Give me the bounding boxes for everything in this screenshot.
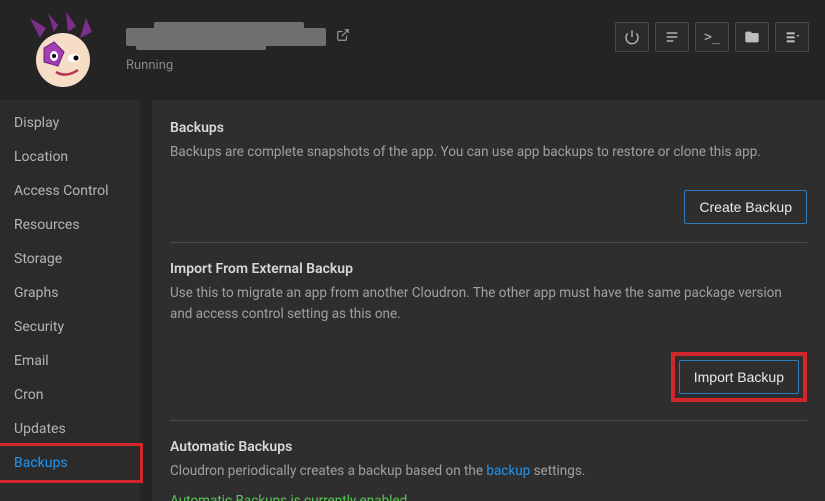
sidebar-item-backups[interactable]: Backups — [0, 443, 143, 483]
content: Backups Backups are complete snapshots o… — [152, 100, 825, 501]
files-button[interactable] — [735, 22, 769, 52]
sidebar-item-security[interactable]: Security — [0, 310, 140, 344]
external-link-icon[interactable] — [336, 28, 350, 46]
more-menu-button[interactable] — [775, 22, 809, 52]
sidebar-item-display[interactable]: Display — [0, 106, 140, 140]
terminal-button[interactable]: >_ — [695, 22, 729, 52]
body: Display Location Access Control Resource… — [0, 100, 825, 501]
import-button-highlight: Import Backup — [671, 352, 807, 402]
backup-settings-link[interactable]: backup — [486, 463, 530, 479]
sidebar-item-location[interactable]: Location — [0, 140, 140, 174]
auto-enabled-text: Automatic Backups is currently enabled. — [170, 491, 807, 501]
sidebar: Display Location Access Control Resource… — [0, 100, 140, 501]
sidebar-item-email[interactable]: Email — [0, 344, 140, 378]
app-status: Running — [126, 58, 615, 73]
sidebar-item-resources[interactable]: Resources — [0, 208, 140, 242]
auto-desc: Cloudron periodically creates a backup b… — [170, 461, 807, 481]
auto-section: Automatic Backups Cloudron periodically … — [170, 439, 807, 501]
app-avatar — [16, 10, 106, 90]
sidebar-item-graphs[interactable]: Graphs — [0, 276, 140, 310]
toolbar: >_ — [615, 22, 809, 52]
auto-desc-post: settings. — [530, 463, 585, 479]
backups-desc: Backups are complete snapshots of the ap… — [170, 142, 807, 162]
app-name-redacted — [126, 28, 326, 46]
import-title: Import From External Backup — [170, 261, 807, 277]
title-area: Running — [126, 28, 615, 73]
divider — [170, 242, 807, 243]
import-backup-button[interactable]: Import Backup — [679, 360, 799, 394]
divider — [170, 420, 807, 421]
import-desc: Use this to migrate an app from another … — [170, 283, 807, 324]
import-section: Import From External Backup Use this to … — [170, 261, 807, 402]
sidebar-item-cron[interactable]: Cron — [0, 378, 140, 412]
power-button[interactable] — [615, 22, 649, 52]
logs-button[interactable] — [655, 22, 689, 52]
create-backup-button[interactable]: Create Backup — [684, 190, 807, 224]
sidebar-item-access-control[interactable]: Access Control — [0, 174, 140, 208]
sidebar-item-storage[interactable]: Storage — [0, 242, 140, 276]
topbar: Running >_ — [0, 0, 825, 100]
sidebar-item-updates[interactable]: Updates — [0, 412, 140, 446]
backups-title: Backups — [170, 120, 807, 136]
auto-title: Automatic Backups — [170, 439, 807, 455]
backups-section: Backups Backups are complete snapshots o… — [170, 120, 807, 224]
auto-desc-pre: Cloudron periodically creates a backup b… — [170, 463, 486, 479]
